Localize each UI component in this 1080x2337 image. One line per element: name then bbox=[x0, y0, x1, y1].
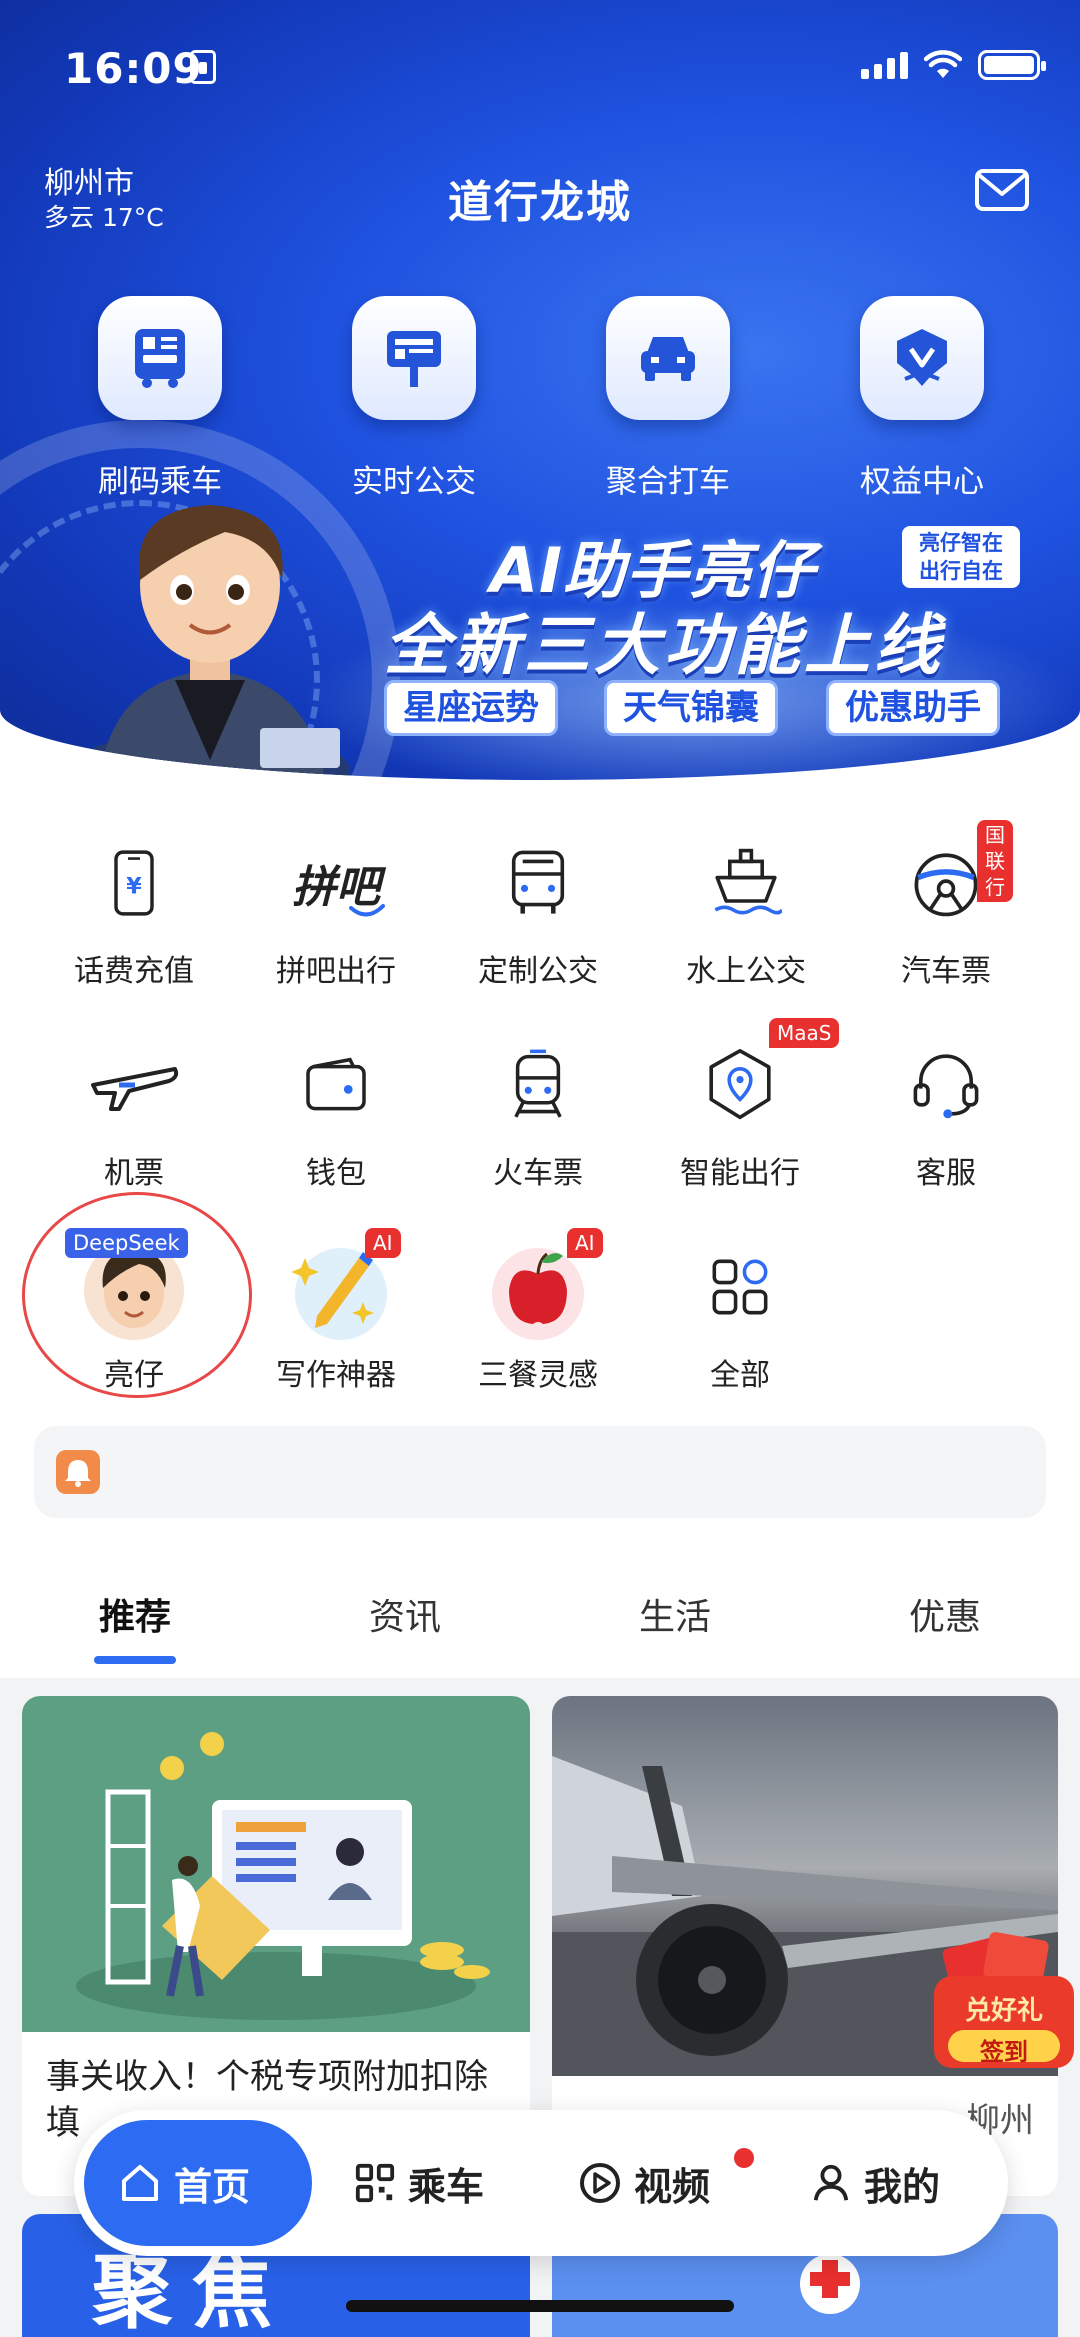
quick-action-ride-hailing[interactable]: 聚合打车 bbox=[606, 296, 730, 500]
service-badge: MaaS bbox=[769, 1018, 840, 1048]
wallet-icon bbox=[281, 1030, 391, 1140]
airplane-icon bbox=[79, 1030, 189, 1140]
bottom-navigation: 首页 乘车 视频 我的 bbox=[74, 2110, 1008, 2256]
ai-assistant-character-illustration bbox=[70, 505, 350, 780]
tab-news[interactable]: 资讯 bbox=[305, 1588, 505, 1640]
quick-action-label: 权益中心 bbox=[860, 464, 984, 500]
phone-recharge-icon: ¥ bbox=[79, 828, 189, 938]
banner-pill-weather: 天气锦囊 bbox=[604, 680, 778, 736]
quick-action-label: 聚合打车 bbox=[606, 464, 730, 500]
banner-tag-line: 亮仔智在 bbox=[919, 531, 1003, 555]
steering-wheel-icon: 国联行 bbox=[891, 820, 1013, 938]
sign-in-redpacket[interactable]: 兑好礼 签到 bbox=[934, 1932, 1074, 2072]
service-label: 机票 bbox=[104, 1156, 164, 1191]
status-indicators bbox=[861, 50, 1046, 80]
tab-recommended[interactable]: 推荐 bbox=[35, 1588, 235, 1640]
nav-ride[interactable]: 乘车 bbox=[354, 2110, 484, 2256]
home-indicator bbox=[346, 2300, 734, 2312]
service-label: 客服 bbox=[916, 1156, 976, 1191]
nav-home-content[interactable]: 首页 bbox=[118, 2110, 250, 2256]
service-label: 水上公交 bbox=[686, 954, 806, 989]
train-icon bbox=[483, 1030, 593, 1140]
nav-label: 首页 bbox=[174, 2164, 251, 2209]
service-wallet[interactable]: 钱包 bbox=[236, 1030, 436, 1192]
nav-profile[interactable]: 我的 bbox=[810, 2110, 940, 2256]
service-label: 汽车票 bbox=[901, 954, 991, 989]
location-pin-icon: MaaS bbox=[685, 1018, 840, 1140]
ship-icon bbox=[691, 828, 801, 938]
banner-subheadline: 全新三大功能上线 bbox=[384, 607, 944, 684]
redpacket-button-text: 签到 bbox=[980, 2038, 1028, 2066]
service-writing-tool[interactable]: AI 写作神器 bbox=[236, 1228, 436, 1394]
apple-icon: AI bbox=[483, 1228, 603, 1342]
pen-sparkle-icon: AI bbox=[281, 1228, 401, 1342]
service-phone-recharge[interactable]: ¥ 话费充值 bbox=[34, 828, 234, 990]
service-label: 写作神器 bbox=[276, 1358, 396, 1393]
service-meal-ideas[interactable]: AI 三餐灵感 bbox=[438, 1228, 638, 1394]
person-icon bbox=[813, 2164, 849, 2201]
notice-bar[interactable] bbox=[34, 1426, 1046, 1518]
battery-icon bbox=[978, 50, 1046, 80]
service-customer-support[interactable]: 客服 bbox=[846, 1030, 1046, 1192]
bus-icon bbox=[483, 828, 593, 938]
ai-badge: AI bbox=[567, 1228, 603, 1258]
service-pinba[interactable]: 拼吧 拼吧出行 bbox=[236, 828, 436, 990]
hero-header: 16:09 柳州市 多云 17°C 道行龙城 刷码乘车 实时公交 聚合打车 权益… bbox=[0, 0, 1080, 780]
quick-action-realtime-bus[interactable]: 实时公交 bbox=[352, 296, 476, 500]
service-label: 定制公交 bbox=[478, 954, 598, 989]
service-flight-ticket[interactable]: 机票 bbox=[34, 1030, 234, 1192]
service-water-bus[interactable]: 水上公交 bbox=[646, 828, 846, 990]
tab-life[interactable]: 生活 bbox=[575, 1588, 775, 1640]
pinba-logo-icon: 拼吧 bbox=[281, 828, 391, 938]
bell-icon bbox=[56, 1450, 100, 1494]
nav-label: 我的 bbox=[864, 2164, 941, 2209]
service-label: 智能出行 bbox=[680, 1156, 800, 1191]
play-circle-icon bbox=[580, 2163, 620, 2203]
grid-apps-icon bbox=[685, 1232, 795, 1342]
nav-label: 视频 bbox=[634, 2164, 711, 2209]
video-notification-dot bbox=[734, 2148, 754, 2168]
service-badge: 国联行 bbox=[977, 820, 1013, 902]
redpacket-text: 兑好礼 bbox=[964, 1996, 1043, 2026]
banner-pill-horoscope: 星座运势 bbox=[384, 680, 558, 736]
feed-card-image bbox=[22, 1696, 530, 2032]
service-all[interactable]: 全部 bbox=[640, 1232, 840, 1394]
service-custom-bus[interactable]: 定制公交 bbox=[438, 828, 638, 990]
service-label: 三餐灵感 bbox=[478, 1358, 598, 1393]
active-tab-indicator bbox=[94, 1656, 176, 1664]
banner-tag: 亮仔智在 出行自在 bbox=[902, 526, 1020, 588]
status-time: 16:09 bbox=[64, 44, 203, 93]
ai-badge: AI bbox=[365, 1228, 401, 1258]
qr-bus-icon bbox=[98, 296, 222, 420]
service-label: 钱包 bbox=[306, 1156, 366, 1191]
quick-action-scan-ride[interactable]: 刷码乘车 bbox=[98, 296, 222, 500]
shield-v-icon bbox=[860, 296, 984, 420]
service-label: 火车票 bbox=[493, 1156, 583, 1191]
service-label: 话费充值 bbox=[74, 954, 194, 989]
wifi-icon bbox=[923, 50, 963, 80]
tab-deals[interactable]: 优惠 bbox=[845, 1588, 1045, 1640]
quick-action-benefits-center[interactable]: 权益中心 bbox=[860, 296, 984, 500]
service-smart-travel[interactable]: MaaS 智能出行 bbox=[640, 1018, 840, 1192]
orientation-lock-icon bbox=[190, 50, 216, 84]
cellular-signal-icon bbox=[861, 51, 908, 79]
nav-video[interactable]: 视频 bbox=[578, 2110, 710, 2256]
qr-code-icon bbox=[355, 2163, 395, 2203]
nav-label: 乘车 bbox=[408, 2164, 485, 2209]
headset-icon bbox=[891, 1030, 1001, 1140]
content-tabs: 推荐 资讯 生活 优惠 bbox=[0, 1588, 1080, 1648]
service-label: 拼吧出行 bbox=[276, 954, 396, 989]
banner-tag-line: 出行自在 bbox=[919, 559, 1003, 583]
service-train-ticket[interactable]: 火车票 bbox=[438, 1030, 638, 1192]
car-icon bbox=[606, 296, 730, 420]
bus-stop-sign-icon bbox=[352, 296, 476, 420]
mail-icon[interactable] bbox=[974, 168, 1030, 212]
service-label: 全部 bbox=[710, 1358, 770, 1393]
svg-text:¥: ¥ bbox=[126, 873, 142, 899]
highlight-circle-annotation bbox=[22, 1192, 252, 1398]
home-icon bbox=[122, 2165, 158, 2201]
service-coach-ticket[interactable]: 国联行 汽车票 bbox=[846, 820, 1046, 990]
app-title: 道行龙城 bbox=[448, 177, 632, 228]
banner-pill-deals: 优惠助手 bbox=[826, 680, 1000, 736]
